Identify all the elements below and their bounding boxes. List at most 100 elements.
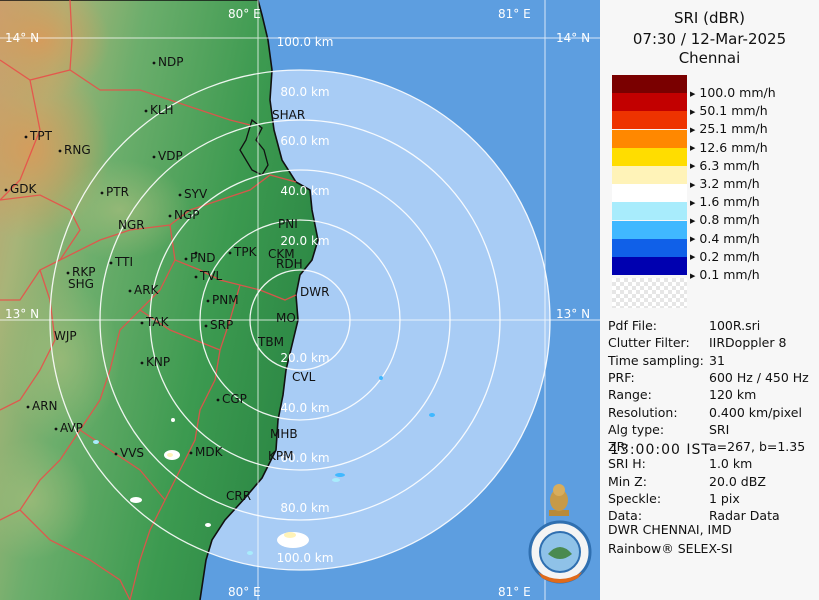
range-label-80-north: 80.0 km xyxy=(280,85,329,99)
info-value: 120 km xyxy=(709,387,757,403)
legend-value: 0.1 mm/h xyxy=(699,267,760,282)
info-value: 20.0 dBZ xyxy=(709,473,766,489)
legend-label: ▶ 0.4 mm/h xyxy=(690,231,760,248)
station-label: MHB xyxy=(270,427,298,441)
footer-software: Rainbow® SELEX-SI xyxy=(608,541,733,556)
station-label: KNP xyxy=(146,355,170,369)
imd-logo-icon xyxy=(528,520,592,584)
legend-label: ▶ 3.2 mm/h xyxy=(690,176,760,193)
info-value: 1 pix xyxy=(709,491,740,506)
station-label: WJP xyxy=(54,329,77,343)
footer-org: DWR CHENNAI, IMD xyxy=(608,522,732,537)
info-value: 1.0 km xyxy=(709,456,753,472)
product-datetime: 07:30 / 12-Mar-2025 xyxy=(632,30,787,48)
info-key: PRF: xyxy=(608,369,635,385)
radar-map: 80° E 81° E 14° N 14° N 13° N 13° N 80° … xyxy=(0,0,600,600)
lon-label-80-bottom: 80° E xyxy=(228,585,261,599)
product-title: SRI (dBR) xyxy=(673,9,746,27)
legend-label: ▶ 0.1 mm/h xyxy=(690,267,760,284)
info-value: 31 xyxy=(709,352,725,368)
range-label-20-south: 20.0 km xyxy=(280,351,329,365)
legend-swatch xyxy=(612,257,687,275)
range-label-100-south: 100.0 km xyxy=(277,551,334,565)
lon-label-80: 80° E xyxy=(228,7,261,21)
station-label: CVL xyxy=(292,370,316,384)
legend-value: 0.2 mm/h xyxy=(699,248,760,264)
legend-value: 0.8 mm/h xyxy=(699,212,760,228)
legend-swatch xyxy=(612,111,687,130)
info-key: Speckle: xyxy=(608,491,662,506)
range-label-40-south: 40.0 km xyxy=(280,401,329,415)
station-label: VDP xyxy=(158,149,183,163)
station-label: ARN xyxy=(32,399,58,413)
radar-location: Chennai xyxy=(678,49,741,67)
lat-label-13: 13° N xyxy=(5,307,39,321)
lat-label-13-right: 13° N xyxy=(556,307,590,321)
station-label: TVL xyxy=(199,269,223,283)
range-label-40-north: 40.0 km xyxy=(280,184,329,198)
station-label: KPM xyxy=(268,449,293,463)
info-key: SRI H: xyxy=(608,456,646,472)
checker-swatch xyxy=(612,278,687,308)
legend-label: ▶ 50.1 mm/h xyxy=(690,103,768,120)
info-key: Time sampling: xyxy=(608,352,704,368)
lat-label-14: 14° N xyxy=(5,31,39,45)
legend-value: 0.4 mm/h xyxy=(699,230,760,246)
legend-label: ▶ 1.6 mm/h xyxy=(690,194,760,211)
legend-swatch xyxy=(612,93,687,112)
legend-value: 100.0 mm/h xyxy=(699,85,776,100)
info-key: Pdf File: xyxy=(608,318,657,333)
legend-swatch xyxy=(612,184,687,203)
station-label: SHAR xyxy=(272,108,305,122)
lat-label-14-right: 14° N xyxy=(556,31,590,45)
legend-swatch xyxy=(612,75,687,93)
station-label: DWR xyxy=(300,285,329,299)
station-label: PNI xyxy=(278,217,298,231)
legend-pointer-icon: ▶ xyxy=(690,125,696,134)
legend-pointer-icon: ▶ xyxy=(690,144,696,153)
station-label: VVS xyxy=(120,446,144,460)
legend-label: ▶ 12.6 mm/h xyxy=(690,140,768,157)
info-key: Min Z: xyxy=(608,473,647,489)
station-label: RDH xyxy=(276,257,303,271)
legend-value: 3.2 mm/h xyxy=(699,176,760,191)
legend-pointer-icon: ▶ xyxy=(690,235,696,244)
info-value: SRI xyxy=(709,421,730,437)
legend-value: 25.1 mm/h xyxy=(699,121,768,137)
legend-pointer-icon: ▶ xyxy=(690,271,696,280)
legend-label: ▶ 0.2 mm/h xyxy=(690,249,760,266)
legend-pointer-icon: ▶ xyxy=(690,162,696,171)
time-stamp: 13:00:00 IST xyxy=(610,442,711,458)
national-emblem-icon xyxy=(549,484,569,516)
legend-swatch xyxy=(612,129,687,148)
station-label: TTI xyxy=(114,255,133,269)
legend-value: 6.3 mm/h xyxy=(699,157,760,173)
station-label: KLH xyxy=(150,103,174,117)
station-label: RNG xyxy=(64,143,91,157)
station-label: ARK xyxy=(134,283,160,297)
legend-swatch xyxy=(612,238,687,257)
legend-pointer-icon: ▶ xyxy=(690,253,696,262)
legend-label: ▶ 25.1 mm/h xyxy=(690,121,768,138)
lon-label-81: 81° E xyxy=(498,7,531,21)
legend-value: 12.6 mm/h xyxy=(699,139,768,155)
station-label: SHG xyxy=(68,277,94,291)
range-label-60-north: 60.0 km xyxy=(280,134,329,148)
info-value: a=267, b=1.35 xyxy=(709,439,806,455)
range-label-20-north: 20.0 km xyxy=(280,234,329,248)
station-label: CGP xyxy=(222,392,247,406)
legend-pointer-icon: ▶ xyxy=(690,107,696,116)
info-value: 0.400 km/pixel xyxy=(709,404,802,420)
legend-label: ▶ 100.0 mm/h xyxy=(690,85,776,102)
legend-pointer-icon: ▶ xyxy=(690,216,696,225)
station-label: CRR xyxy=(226,489,251,503)
info-value: 600 Hz / 450 Hz xyxy=(709,369,809,385)
station-label: NGP xyxy=(174,208,200,222)
legend-pointer-icon: ▶ xyxy=(690,198,696,207)
station-label: SRP xyxy=(210,318,233,332)
station-label: SYV xyxy=(184,187,208,201)
legend-swatch xyxy=(612,202,687,221)
range-label-100-north: 100.0 km xyxy=(277,35,334,49)
legend-pointer-icon: ▶ xyxy=(690,89,696,98)
legend-value: 50.1 mm/h xyxy=(699,103,768,119)
